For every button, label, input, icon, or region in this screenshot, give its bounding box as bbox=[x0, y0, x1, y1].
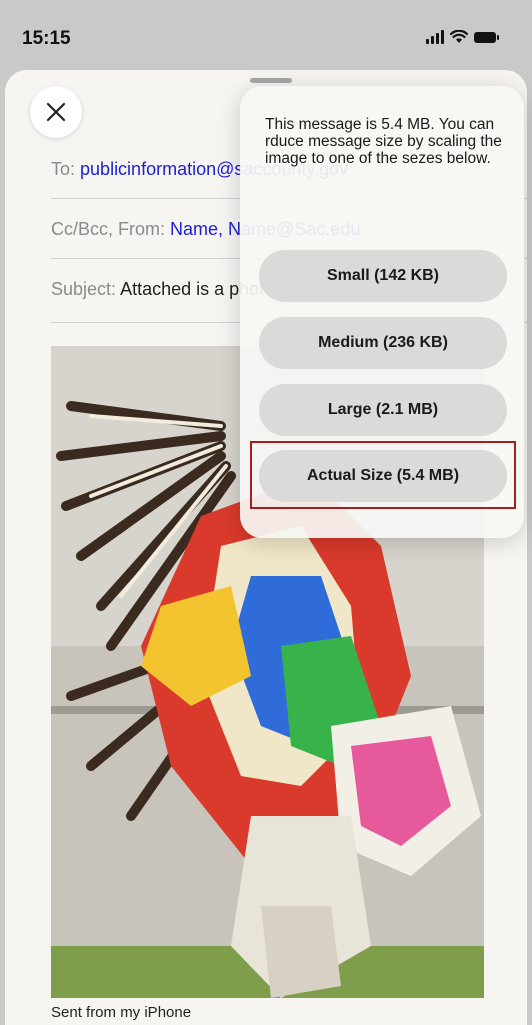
to-label: To: bbox=[51, 159, 76, 179]
status-time: 15:15 bbox=[22, 28, 71, 49]
close-icon bbox=[46, 102, 66, 122]
close-button[interactable] bbox=[30, 86, 82, 138]
subject-label: Subject: bbox=[51, 279, 117, 299]
selection-highlight-box bbox=[250, 441, 516, 509]
sheet-grabber[interactable] bbox=[250, 78, 292, 83]
image-size-message: This message is 5.4 MB. You can rduce me… bbox=[265, 116, 502, 167]
status-bar: 15:15 bbox=[0, 0, 532, 70]
battery-icon bbox=[474, 31, 499, 43]
cc-bcc-from-label: Cc/Bcc, From: bbox=[51, 219, 166, 239]
status-icons bbox=[426, 30, 499, 44]
size-medium-button[interactable]: Medium (236 KB) bbox=[259, 317, 507, 369]
wifi-icon bbox=[450, 30, 468, 43]
email-signature[interactable]: Sent from my iPhone bbox=[51, 1004, 191, 1021]
cellular-signal-icon bbox=[426, 30, 444, 44]
size-small-button[interactable]: Small (142 KB) bbox=[259, 250, 507, 302]
size-large-button[interactable]: Large (2.1 MB) bbox=[259, 384, 507, 436]
